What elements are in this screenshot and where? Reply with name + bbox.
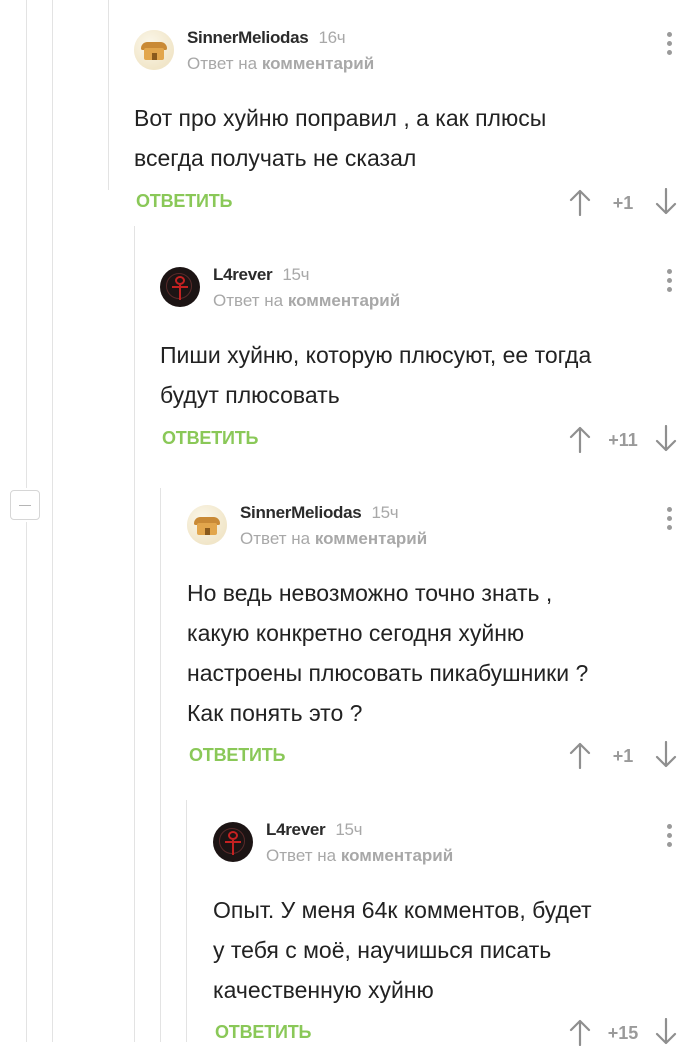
thread-line xyxy=(26,522,27,1042)
comment-author[interactable]: SinnerMeliodas 16ч xyxy=(187,28,346,48)
arrow-down-icon[interactable] xyxy=(654,188,678,216)
comment-time: 15ч xyxy=(282,265,310,284)
thread-line xyxy=(134,226,135,1042)
thread-line xyxy=(186,800,187,1042)
score: +11 xyxy=(608,430,638,450)
thread-line xyxy=(52,0,53,1042)
comment: SinnerMeliodas 15ч Ответ на комментарий Н… xyxy=(187,503,700,793)
hut-avatar[interactable] xyxy=(134,30,174,70)
collapse-minus-icon[interactable] xyxy=(10,490,40,520)
comment-time: 15ч xyxy=(335,820,363,839)
reply-target-link[interactable]: комментарий xyxy=(341,846,453,865)
reply-target-link[interactable]: комментарий xyxy=(315,529,427,548)
thread-line xyxy=(108,0,109,190)
more-vertical-icon[interactable] xyxy=(667,269,672,296)
comment-time: 16ч xyxy=(318,28,346,47)
reply-target-link[interactable]: комментарий xyxy=(288,291,400,310)
score: +1 xyxy=(612,746,634,766)
reply-button[interactable]: ОТВЕТИТЬ xyxy=(189,745,285,766)
arrow-up-icon[interactable] xyxy=(568,188,592,216)
comment: L4rever 15ч Ответ на комментарий Опыт. У … xyxy=(213,820,700,1046)
reply-to: Ответ на комментарий xyxy=(187,54,375,73)
vote-block: +15 xyxy=(568,1018,678,1048)
ankh-avatar[interactable] xyxy=(160,267,200,307)
comment-author[interactable]: L4rever 15ч xyxy=(266,820,363,840)
vote-block: +1 xyxy=(568,188,678,218)
comment: SinnerMeliodas 16ч Ответ на комментарий В… xyxy=(134,28,700,228)
reply-button[interactable]: ОТВЕТИТЬ xyxy=(215,1022,311,1043)
score: +15 xyxy=(607,1023,639,1043)
ankh-avatar[interactable] xyxy=(213,822,253,862)
reply-to: Ответ на комментарий xyxy=(213,291,401,310)
hut-avatar[interactable] xyxy=(187,505,227,545)
more-vertical-icon[interactable] xyxy=(667,32,672,59)
comment-text: Опыт. У меня 64к комментов, будет у тебя… xyxy=(213,897,592,1003)
vote-block: +11 xyxy=(568,425,678,455)
reply-to: Ответ на комментарий xyxy=(240,529,428,548)
reply-to: Ответ на комментарий xyxy=(266,846,454,865)
arrow-up-icon[interactable] xyxy=(568,741,592,769)
reply-button[interactable]: ОТВЕТИТЬ xyxy=(162,428,258,449)
vote-block: +1 xyxy=(568,741,678,771)
comment-text: Пиши хуйню, которую плюсуют, ее тогда бу… xyxy=(160,342,592,408)
reply-button[interactable]: ОТВЕТИТЬ xyxy=(136,191,232,212)
thread-line xyxy=(160,488,161,1042)
reply-target-link[interactable]: комментарий xyxy=(262,54,374,73)
arrow-down-icon[interactable] xyxy=(654,741,678,769)
comment: L4rever 15ч Ответ на комментарий Пиши хуй… xyxy=(160,265,700,465)
thread-line xyxy=(26,0,27,488)
comment-author[interactable]: L4rever 15ч xyxy=(213,265,310,285)
more-vertical-icon[interactable] xyxy=(667,824,672,851)
comment-author[interactable]: SinnerMeliodas 15ч xyxy=(240,503,399,523)
arrow-up-icon[interactable] xyxy=(568,425,592,453)
arrow-down-icon[interactable] xyxy=(654,425,678,453)
comment-text: Но ведь невозможно точно знать , какую к… xyxy=(187,580,589,726)
score: +1 xyxy=(612,193,634,213)
comment-text: Вот про хуйню поправил , а как плюсы все… xyxy=(134,105,547,171)
comment-time: 15ч xyxy=(371,503,399,522)
more-vertical-icon[interactable] xyxy=(667,507,672,534)
